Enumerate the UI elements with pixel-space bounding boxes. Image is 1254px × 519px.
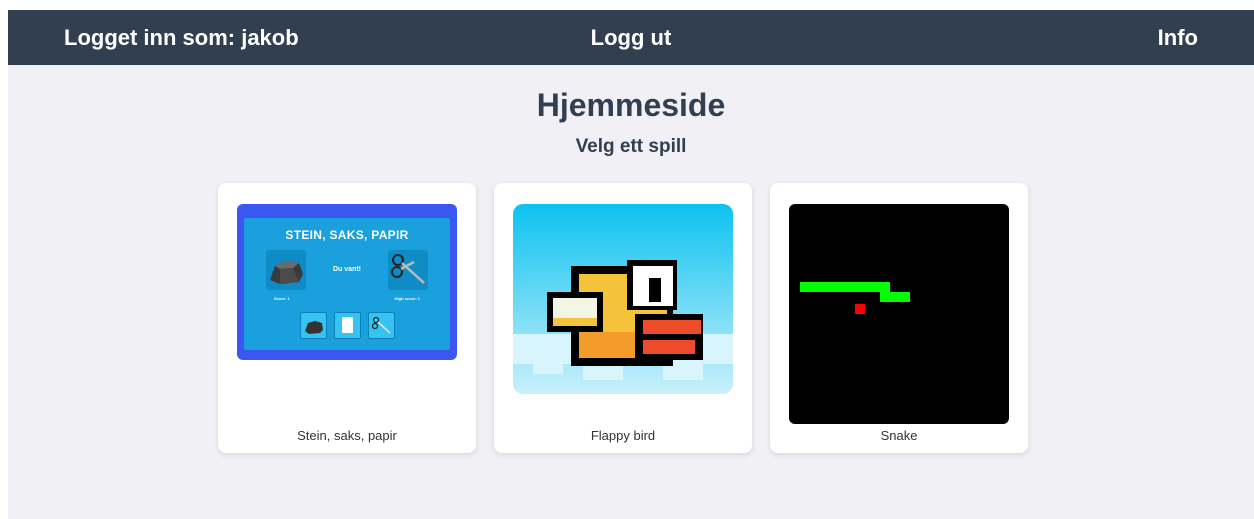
rps-score-text: Score: 1	[274, 296, 290, 301]
snake-thumbnail	[789, 204, 1009, 424]
rps-high-score-text: High score: 1	[394, 296, 420, 301]
rps-choice-buttons	[244, 312, 450, 339]
game-card-label: Snake	[880, 428, 918, 443]
game-card-flappy-bird[interactable]: Flappy bird	[494, 183, 752, 453]
page-title: Hjemmeside	[536, 87, 726, 123]
game-card-label: Stein, saks, papir	[297, 428, 397, 443]
rps-thumbnail-title: STEIN, SAKS, PAPIR	[285, 228, 409, 242]
scissors-choice-icon	[367, 312, 395, 339]
rock-choice-icon	[299, 312, 327, 339]
rock-paper-scissors-thumbnail: STEIN, SAKS, PAPIR Du vant! Score: 1 Hig…	[237, 204, 457, 360]
scissors-icon	[388, 250, 428, 290]
rps-game-panel: STEIN, SAKS, PAPIR Du vant! Score: 1 Hig…	[244, 218, 450, 350]
logout-link[interactable]: Logg ut	[591, 25, 672, 51]
game-card-label: Flappy bird	[590, 428, 656, 443]
game-card-rock-paper-scissors[interactable]: STEIN, SAKS, PAPIR Du vant! Score: 1 Hig…	[218, 183, 476, 453]
snake-body	[800, 282, 890, 292]
logged-in-as-label: Logget inn som: jakob	[64, 24, 299, 50]
game-card-snake[interactable]: Snake	[770, 183, 1028, 453]
page: Logget inn som: jakob Logg ut Info Hjemm…	[8, 10, 1254, 519]
top-nav-bar: Logget inn som: jakob Logg ut Info	[8, 10, 1254, 65]
paper-choice-icon	[333, 312, 361, 339]
info-link[interactable]: Info	[898, 25, 1198, 51]
game-card-list: STEIN, SAKS, PAPIR Du vant! Score: 1 Hig…	[218, 183, 1028, 453]
snake-head	[890, 292, 910, 302]
snake-body-bend	[880, 282, 890, 302]
flappy-bird-thumbnail	[513, 204, 733, 424]
snake-food	[855, 304, 865, 314]
flappy-bird-icon	[513, 204, 733, 394]
page-subtitle: Velg ett spill	[575, 136, 687, 157]
